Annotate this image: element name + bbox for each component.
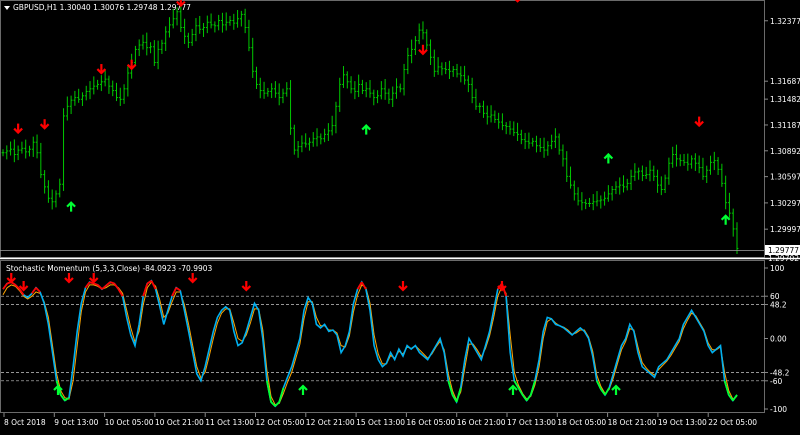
time-tick-label: 10 Oct 05:00 — [105, 418, 154, 427]
level-label: 48.2 — [770, 301, 787, 310]
time-tick-label: 18 Oct 05:00 — [557, 418, 606, 427]
time-tick-label: 11 Oct 13:00 — [205, 418, 254, 427]
price-tick-label: 1.31482 — [770, 95, 800, 104]
price-tick-label: 1.31687 — [770, 77, 800, 86]
chart-canvas[interactable]: GBPUSD,H1 1.30040 1.30076 1.29748 1.2977… — [0, 0, 800, 431]
time-tick-label: 12 Oct 05:00 — [256, 418, 305, 427]
price-tick-label: 1.29997 — [770, 225, 800, 234]
price-tick-label: 1.30597 — [770, 173, 800, 182]
level-label: 0.00 — [770, 335, 787, 344]
time-tick-label: 19 Oct 13:00 — [658, 418, 707, 427]
time-tick-label: 16 Oct 21:00 — [457, 418, 506, 427]
time-tick-label: 18 Oct 21:00 — [608, 418, 657, 427]
indicator-title: Stochastic Momentum (5,3,3,Close) -84.09… — [6, 264, 213, 273]
time-tick-label: 17 Oct 13:00 — [507, 418, 556, 427]
price-tick-label: 1.30297 — [770, 199, 800, 208]
level-label: 100 — [770, 264, 785, 273]
symbol-header: GBPUSD,H1 1.30040 1.30076 1.29748 1.2977… — [13, 3, 191, 12]
time-tick-label: 12 Oct 21:00 — [306, 418, 355, 427]
time-tick-label: 10 Oct 21:00 — [155, 418, 204, 427]
time-tick-label: 8 Oct 2018 — [4, 418, 46, 427]
price-tick-label: 1.32377 — [770, 17, 800, 26]
chart-window[interactable]: GBPUSD,H1 1.30040 1.30076 1.29748 1.2977… — [0, 0, 800, 431]
time-tick-label: 9 Oct 13:00 — [54, 418, 98, 427]
time-tick-label: 16 Oct 05:00 — [406, 418, 455, 427]
level-label: -100 — [770, 405, 787, 414]
level-label: -60 — [770, 377, 782, 386]
price-tick-label: 1.31187 — [770, 121, 800, 130]
time-tick-label: 22 Oct 05:00 — [708, 418, 757, 427]
time-tick-label: 15 Oct 13:00 — [356, 418, 405, 427]
below-price-label: 1.29702 — [768, 254, 799, 263]
price-tick-label: 1.30892 — [770, 147, 800, 156]
